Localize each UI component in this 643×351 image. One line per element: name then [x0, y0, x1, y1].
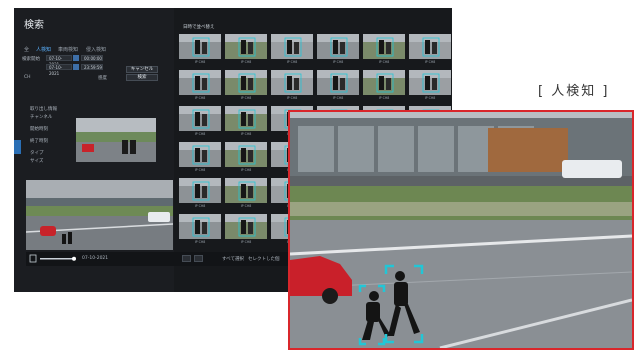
thumbnail-image: [179, 214, 221, 239]
detail-channel: チャンネル: [30, 115, 53, 120]
thumbnail-cell[interactable]: IP CH8: [179, 214, 221, 248]
thumbnail-image: [225, 34, 267, 59]
thumbnail-caption: IP CH8: [332, 96, 344, 100]
playback-preview[interactable]: [26, 180, 173, 250]
zoomed-scene: [290, 112, 632, 348]
thumbnail-image: [363, 70, 405, 95]
thumbnail-image: [179, 178, 221, 203]
thumbnail-caption: IP CH8: [194, 240, 206, 244]
thumbnail-image: [225, 214, 267, 239]
thumbnail-caption: IP CH8: [424, 60, 436, 64]
thumbnail-cell[interactable]: IP CH8: [179, 142, 221, 176]
thumbnail-image: [179, 34, 221, 59]
thumbnail-cell[interactable]: IP CH8: [363, 70, 405, 104]
thumbnail-image: [225, 106, 267, 131]
thumbnail-image: [179, 142, 221, 167]
tab-vehicle-detection[interactable]: 車両検知: [58, 46, 78, 53]
thumbnail-image: [225, 178, 267, 203]
start-time-field[interactable]: 00:00:00: [81, 55, 103, 61]
thumbnail-image: [179, 70, 221, 95]
detail-end: 終了時刻: [30, 139, 48, 144]
thumbnail-cell[interactable]: IP CH8: [225, 178, 267, 212]
thumbnail-cell[interactable]: IP CH8: [363, 34, 405, 68]
thumbnail-image: [409, 70, 451, 95]
thumbnail-caption: IP CH8: [240, 96, 252, 100]
thumbnail-caption: IP CH8: [286, 96, 298, 100]
thumbnail-image: [271, 70, 313, 95]
channel-label: CH: [24, 75, 31, 80]
grid-header: 日時で並べ替え: [183, 25, 215, 30]
thumbnail-cell[interactable]: IP CH8: [271, 34, 313, 68]
cancel-button[interactable]: キャンセル: [126, 66, 158, 73]
tab-all[interactable]: 全: [24, 46, 29, 53]
search-button[interactable]: 検索: [126, 74, 158, 81]
calendar-icon[interactable]: [73, 64, 79, 70]
thumbnail-image: [271, 34, 313, 59]
thumbnail-cell[interactable]: IP CH8: [409, 70, 451, 104]
zoom-in-button[interactable]: [194, 255, 203, 262]
thumbnail-cell[interactable]: IP CH8: [225, 142, 267, 176]
thumbnail-image: [317, 70, 359, 95]
thumbnail-cell[interactable]: IP CH8: [225, 70, 267, 104]
thumbnail-cell[interactable]: IP CH8: [179, 34, 221, 68]
thumbnail-cell[interactable]: IP CH8: [271, 70, 313, 104]
thumbnail-cell[interactable]: IP CH8: [225, 214, 267, 248]
thumbnail-caption: IP CH8: [194, 168, 206, 172]
thumbnail-caption: IP CH8: [240, 204, 252, 208]
sensitivity-label: 感度: [98, 76, 107, 81]
thumbnail-caption: IP CH8: [194, 60, 206, 64]
detail-start: 開始時刻: [30, 127, 48, 132]
thumbnail-cell[interactable]: IP CH8: [409, 34, 451, 68]
thumbnail-cell[interactable]: IP CH8: [179, 106, 221, 140]
thumbnail-caption: IP CH8: [194, 204, 206, 208]
thumbnail-caption: IP CH8: [378, 96, 390, 100]
thumbnail-caption: IP CH8: [424, 96, 436, 100]
start-date-field[interactable]: 07-10-2021: [46, 55, 72, 67]
thumbnail-image: [225, 142, 267, 167]
thumbnail-caption: IP CH8: [332, 60, 344, 64]
thumbnail-caption: IP CH8: [240, 132, 252, 136]
thumbnail-caption: IP CH8: [378, 60, 390, 64]
side-tab-active[interactable]: [14, 140, 21, 154]
playbar-time: 07-10-2021: [82, 256, 109, 261]
page-title: 検索: [24, 20, 44, 31]
thumbnail-image: [363, 34, 405, 59]
selected-thumbnail[interactable]: [76, 118, 156, 162]
thumbnail-cell[interactable]: IP CH8: [225, 106, 267, 140]
detail-section-title: 取り出し情報: [30, 107, 57, 112]
detail-type: タイプ: [30, 151, 44, 156]
thumbnail-caption: IP CH8: [194, 132, 206, 136]
thumbnail-cell[interactable]: IP CH8: [225, 34, 267, 68]
thumbnail-caption: IP CH8: [286, 60, 298, 64]
select-all-button[interactable]: すべて選択: [222, 256, 244, 262]
start-label: 検索開始: [22, 57, 40, 62]
thumbnail-image: [409, 34, 451, 59]
zoom-out-button[interactable]: [182, 255, 191, 262]
thumbnail-cell[interactable]: IP CH8: [317, 34, 359, 68]
thumbnail-image: [225, 70, 267, 95]
zoomed-detection-frame: [288, 110, 634, 350]
thumbnail-image: [179, 106, 221, 131]
thumbnail-cell[interactable]: IP CH8: [179, 70, 221, 104]
thumbnail-caption: IP CH8: [240, 240, 252, 244]
feature-label: [ 人検知 ]: [538, 84, 610, 99]
selected-backup-button[interactable]: セレクトした個: [248, 256, 280, 262]
detail-size: サイズ: [30, 159, 44, 164]
thumbnail-caption: IP CH8: [240, 168, 252, 172]
end-time-field[interactable]: 23:59:59: [81, 64, 103, 70]
thumbnail-cell[interactable]: IP CH8: [317, 70, 359, 104]
end-date-field[interactable]: 07-10-2021: [46, 64, 72, 76]
thumbnail-caption: IP CH8: [240, 60, 252, 64]
tab-intrusion-detection[interactable]: 侵入検知: [86, 46, 106, 53]
thumbnail-caption: IP CH8: [194, 96, 206, 100]
thumbnail-cell[interactable]: IP CH8: [179, 178, 221, 212]
thumbnail-image: [317, 34, 359, 59]
calendar-icon[interactable]: [73, 55, 79, 61]
tab-person-detection[interactable]: 人検知: [36, 46, 51, 53]
